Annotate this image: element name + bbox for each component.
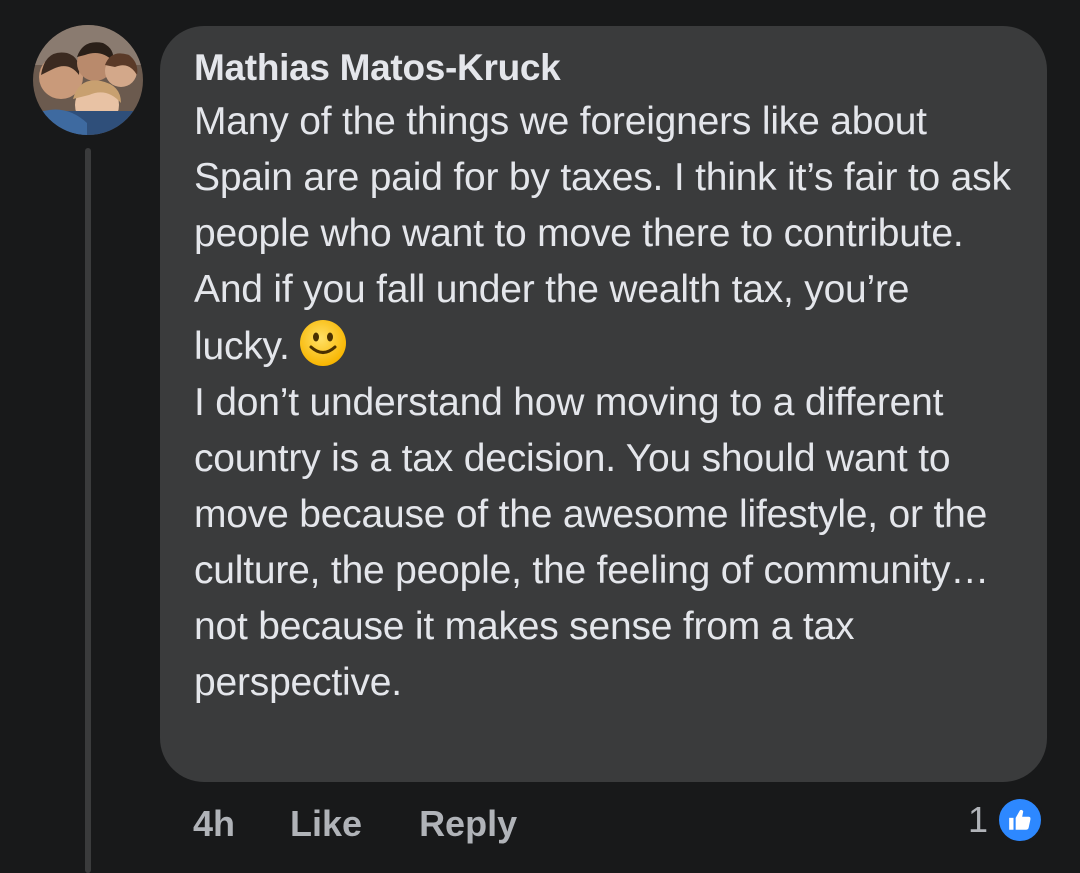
reaction-count: 1 <box>968 799 989 840</box>
comment-paragraph: Many of the things we foreigners like ab… <box>194 94 1013 375</box>
comment-text: Many of the things we foreigners like ab… <box>194 94 1013 711</box>
comment-screen: Mathias Matos-Kruck Many of the things w… <box>0 0 1080 873</box>
slightly-smiling-face-icon <box>298 318 348 368</box>
avatar[interactable] <box>33 25 143 135</box>
comment-paragraph: I don’t understand how moving to a diffe… <box>194 381 990 704</box>
reaction-summary[interactable]: 1 <box>968 796 1045 844</box>
like-button[interactable]: Like <box>290 800 362 848</box>
reply-button[interactable]: Reply <box>419 800 517 848</box>
comment-timestamp[interactable]: 4h <box>193 800 235 848</box>
reply-thread-line <box>85 148 91 873</box>
comment-bubble: Mathias Matos-Kruck Many of the things w… <box>160 26 1047 782</box>
comment-actions: 4h Like Reply <box>193 800 517 848</box>
thumbs-up-icon <box>996 796 1045 844</box>
profile-photo <box>33 25 143 135</box>
comment-author[interactable]: Mathias Matos-Kruck <box>194 46 1013 90</box>
